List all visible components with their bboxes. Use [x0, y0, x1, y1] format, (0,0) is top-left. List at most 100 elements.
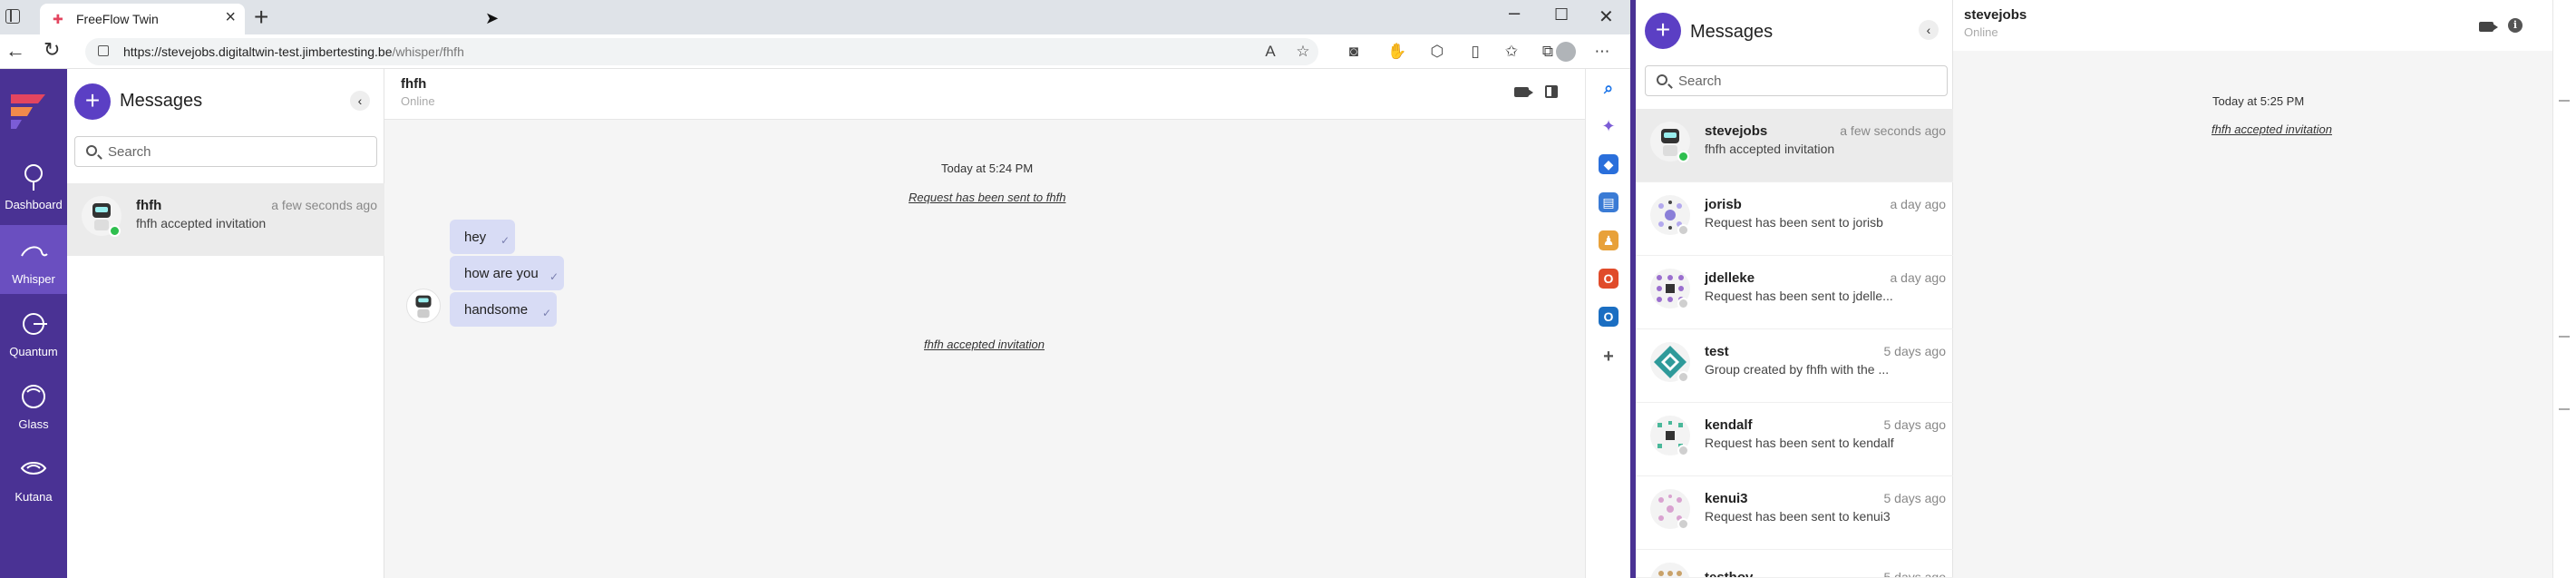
- search-input[interactable]: [108, 142, 362, 161]
- games-icon[interactable]: ♟: [1599, 230, 1619, 250]
- back-arrow-icon[interactable]: ←: [5, 40, 25, 62]
- online-status-dot: [1677, 151, 1689, 162]
- conversation-item[interactable]: kenui3 5 days ago Request has been sent …: [1636, 476, 1953, 550]
- freeflow-favicon-icon: ✚: [53, 12, 63, 26]
- office-icon[interactable]: O: [1599, 269, 1619, 289]
- messages-panel: + Messages ‹ stevejobs a few seconds ago…: [1636, 0, 1953, 578]
- offline-status-dot: [1677, 445, 1689, 456]
- shopping-tag-icon[interactable]: ◆: [1599, 154, 1619, 174]
- chat-area: stevejobs Online i Today at 5:25 PM fhfh…: [1953, 0, 2576, 578]
- conversation-name: fhfh: [136, 198, 162, 213]
- collapse-chevron-icon[interactable]: ‹: [350, 91, 370, 111]
- url-text[interactable]: https://stevejobs.digitaltwin-test.jimbe…: [123, 44, 464, 59]
- message-bubble[interactable]: how are you ✓: [450, 256, 564, 290]
- conversation-item[interactable]: testhov 5 days ago: [1636, 550, 1953, 578]
- conversation-preview: fhfh accepted invitation: [1705, 142, 1835, 156]
- kutana-icon: [20, 462, 47, 475]
- conversation-time: 5 days ago: [1883, 570, 1947, 578]
- tab-close-icon[interactable]: ×: [225, 8, 236, 26]
- collapse-chevron-icon[interactable]: ‹: [1919, 20, 1939, 40]
- chat-contact-status: Online: [401, 94, 435, 108]
- conversation-time: 5 days ago: [1883, 417, 1947, 432]
- conversation-time: a day ago: [1890, 197, 1947, 211]
- extension-hand-icon[interactable]: ✋: [1387, 42, 1407, 62]
- conversation-preview: Request has been sent to jdelle...: [1705, 289, 1893, 303]
- minimize-icon[interactable]: –: [1509, 1, 1520, 24]
- conversation-item[interactable]: jorisb a day ago Request has been sent t…: [1636, 182, 1953, 256]
- conversation-item[interactable]: stevejobs a few seconds ago fhfh accepte…: [1636, 109, 1953, 182]
- rail-label: Kutana: [15, 490, 53, 504]
- new-chat-button[interactable]: +: [1645, 13, 1681, 49]
- day-separator: Today at 5:25 PM: [2212, 94, 2305, 108]
- tools-icon[interactable]: ▤: [1599, 192, 1619, 212]
- message-bubble[interactable]: handsome ✓: [450, 292, 557, 327]
- split-screen-icon[interactable]: ▯: [1465, 42, 1485, 62]
- offline-status-dot: [1677, 371, 1689, 383]
- chat-contact-name: stevejobs: [1964, 7, 2027, 23]
- conversation-name: test: [1705, 344, 1729, 359]
- video-call-icon[interactable]: [2479, 22, 2498, 32]
- conversation-time: 5 days ago: [1883, 344, 1947, 358]
- chat-contact-status: Online: [1964, 25, 1998, 39]
- message-text: handsome: [464, 302, 529, 318]
- online-status-dot: [109, 225, 121, 237]
- new-tab-icon[interactable]: +: [254, 4, 268, 31]
- search-input[interactable]: [1678, 72, 1932, 90]
- search-icon[interactable]: ⌕: [1599, 78, 1619, 98]
- rail-item-kutana[interactable]: Kutana: [0, 443, 67, 512]
- rail-item-glass[interactable]: Glass: [0, 370, 67, 439]
- quantum-icon: [23, 313, 47, 335]
- conversation-name: stevejobs: [1705, 123, 1768, 139]
- sidebar-toggle-icon[interactable]: [5, 9, 20, 24]
- profile-avatar-icon[interactable]: [1556, 42, 1576, 62]
- message-bubble[interactable]: hey ✓: [450, 220, 515, 254]
- dashboard-icon: [24, 164, 43, 191]
- browser-tab[interactable]: ✚ FreeFlow Twin ×: [40, 4, 245, 34]
- outlook-icon[interactable]: O: [1599, 307, 1619, 327]
- add-sidebar-app-icon[interactable]: +: [1599, 347, 1619, 367]
- conversation-item[interactable]: jdelleke a day ago Request has been sent…: [1636, 256, 1953, 329]
- copilot-icon[interactable]: ✦: [1599, 116, 1619, 136]
- close-window-icon[interactable]: ✕: [1599, 5, 1614, 28]
- new-chat-button[interactable]: +: [74, 83, 111, 120]
- messages-panel: + Messages ‹ fhfh a few seconds ago fhfh…: [67, 69, 384, 578]
- conversation-item[interactable]: test 5 days ago Group created by fhfh wi…: [1636, 329, 1953, 403]
- conversation-time: a few seconds ago: [1840, 123, 1946, 138]
- rail-item-dashboard[interactable]: Dashboard: [0, 151, 67, 220]
- favorites-icon[interactable]: ✩: [1502, 42, 1521, 62]
- conversation-item[interactable]: fhfh a few seconds ago fhfh accepted inv…: [67, 183, 384, 256]
- conversation-time: a few seconds ago: [271, 198, 377, 212]
- read-aloud-icon[interactable]: A: [1260, 42, 1280, 62]
- video-call-icon[interactable]: [1514, 87, 1533, 97]
- tab-title: FreeFlow Twin: [76, 12, 159, 26]
- search-icon: [86, 145, 97, 156]
- info-icon[interactable]: i: [2508, 18, 2523, 33]
- address-bar[interactable]: https://stevejobs.digitaltwin-test.jimbe…: [85, 38, 1318, 65]
- conversation-preview: Request has been sent to kenui3: [1705, 509, 1891, 524]
- message-text: how are you: [464, 266, 539, 281]
- reload-icon[interactable]: ↻: [44, 39, 60, 61]
- lock-icon: [98, 45, 109, 56]
- conversation-item[interactable]: kendalf 5 days ago Request has been sent…: [1636, 403, 1953, 476]
- url-path: /whisper/fhfh: [392, 44, 464, 59]
- conversation-preview: Request has been sent to kendalf: [1705, 436, 1894, 450]
- extension-puzzle-icon[interactable]: ⬡: [1427, 42, 1447, 62]
- rail-item-quantum[interactable]: Quantum: [0, 298, 67, 367]
- messages-title: Messages: [120, 91, 203, 111]
- mouse-cursor-icon: ➤: [485, 9, 500, 27]
- conversation-time: a day ago: [1890, 270, 1947, 285]
- second-app-window: + Messages ‹ stevejobs a few seconds ago…: [1636, 0, 2576, 578]
- conversation-preview: Request has been sent to jorisb: [1705, 215, 1883, 230]
- rail-label: Glass: [18, 417, 49, 431]
- browser-sidebar: ⌕ ✦ ◆ ▤ ♟ O O +: [1585, 69, 1630, 578]
- extension-c-icon[interactable]: ◙: [1344, 42, 1364, 62]
- conversation-preview: fhfh accepted invitation: [136, 216, 267, 230]
- favorite-star-icon[interactable]: ☆: [1293, 42, 1313, 62]
- day-separator: Today at 5:24 PM: [941, 162, 1034, 175]
- collections-icon[interactable]: ⧉: [1538, 42, 1558, 62]
- maximize-icon[interactable]: ☐: [1554, 5, 1569, 24]
- more-menu-icon[interactable]: ⋯: [1592, 42, 1612, 62]
- rail-item-whisper[interactable]: Whisper: [0, 225, 67, 294]
- search-box: [74, 136, 377, 167]
- side-panel-icon[interactable]: [1545, 85, 1558, 98]
